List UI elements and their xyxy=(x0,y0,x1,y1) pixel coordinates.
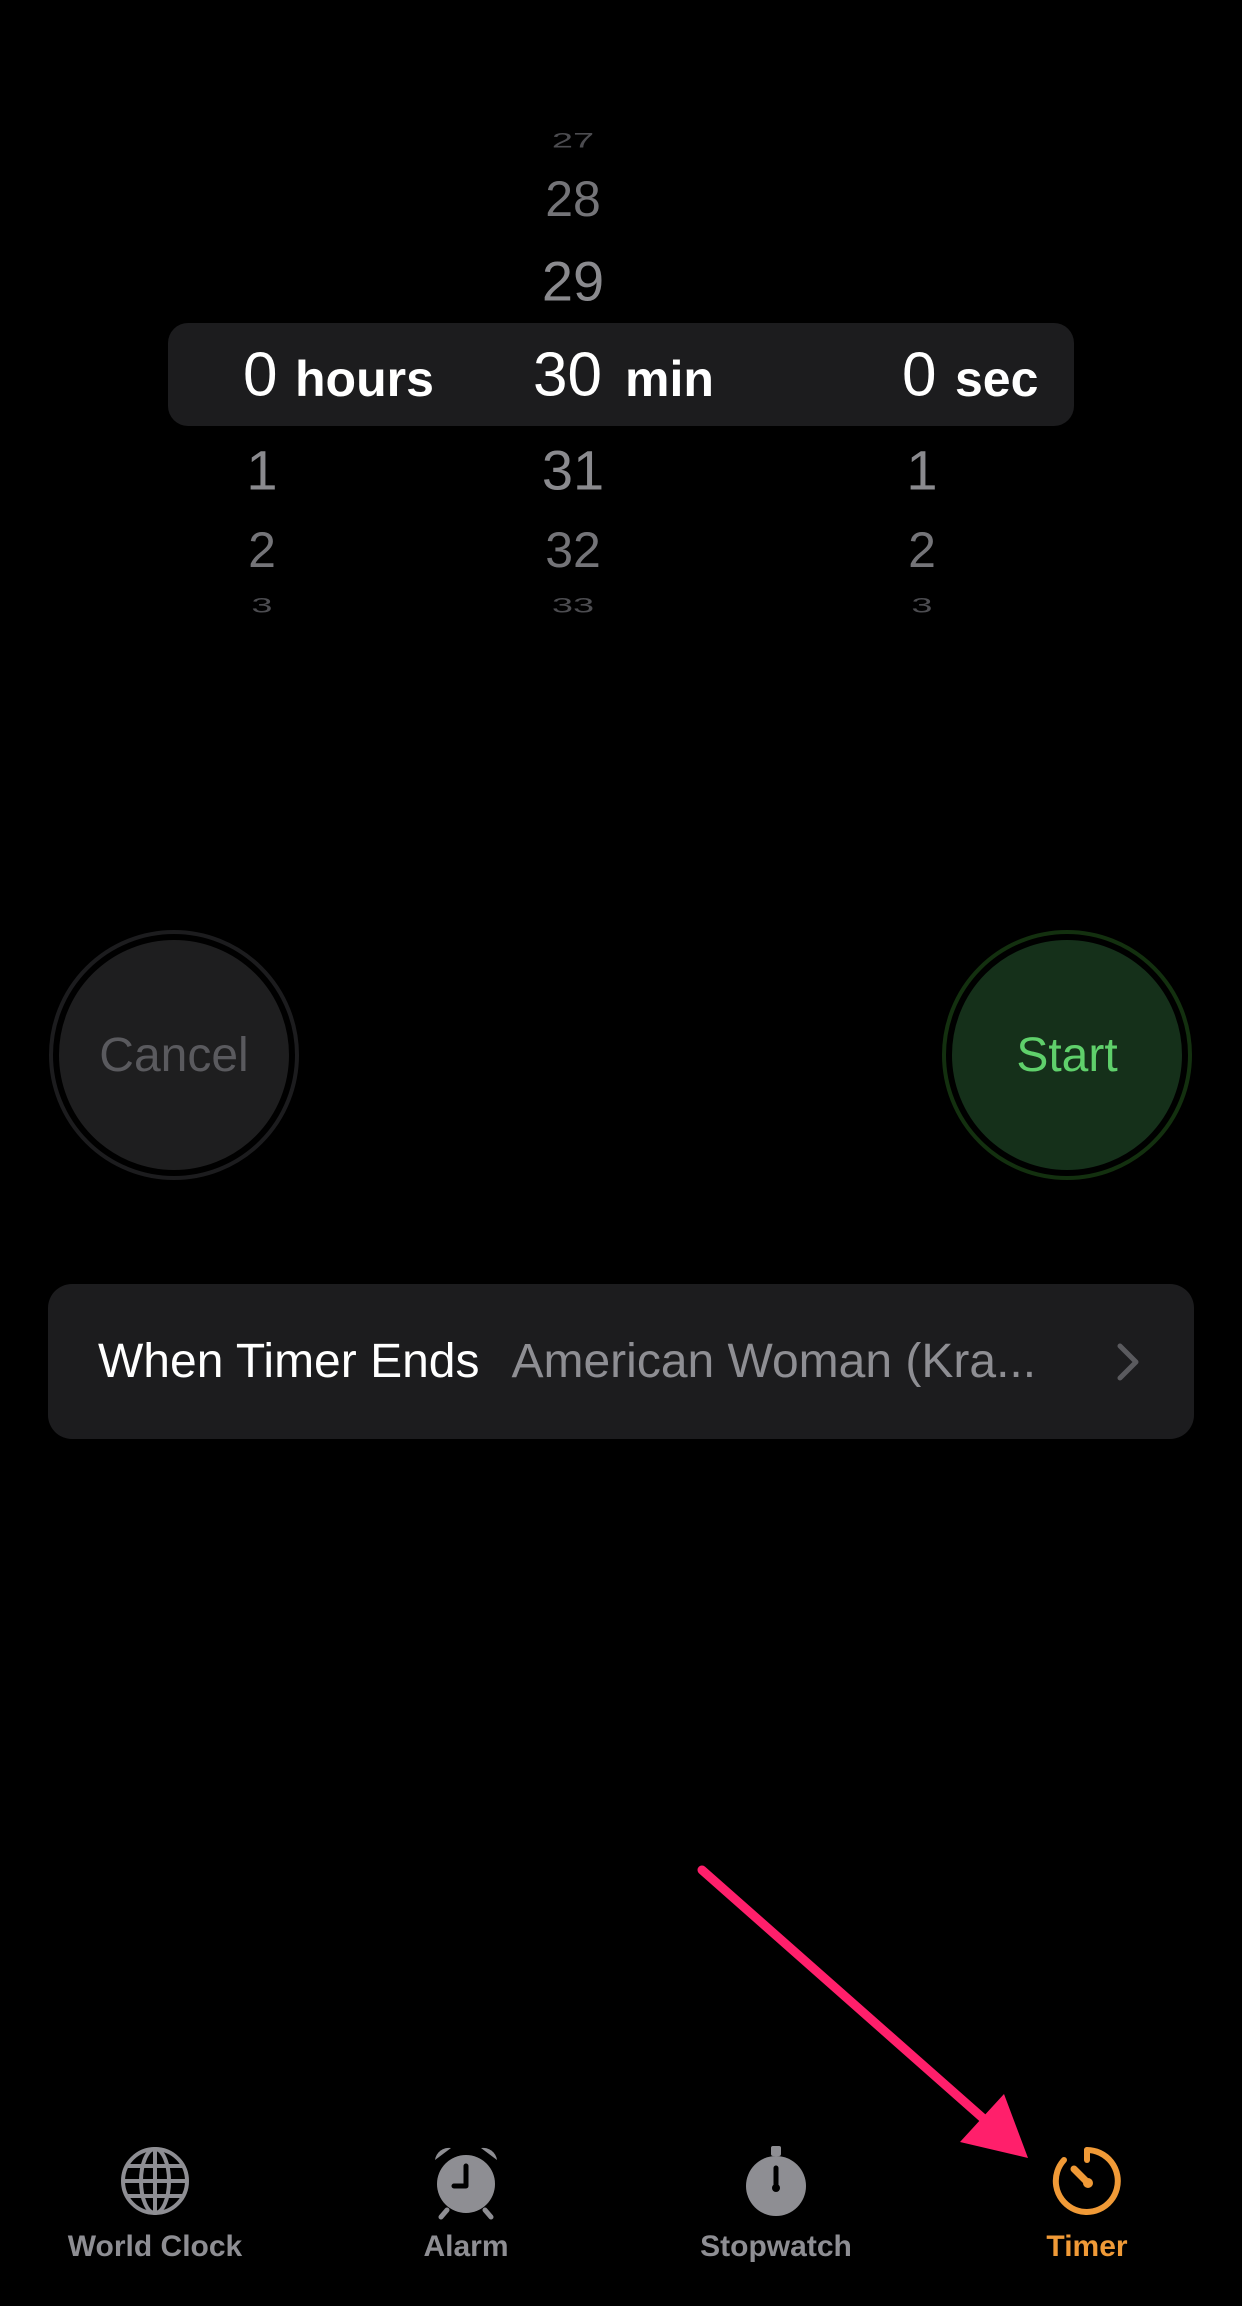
seconds-wheel[interactable]: 1 2 3 xyxy=(822,0,1022,660)
tab-timer[interactable]: Timer xyxy=(937,2120,1237,2306)
minutes-option[interactable]: 32 xyxy=(473,521,673,579)
minutes-selected-value[interactable]: 30 xyxy=(533,340,602,411)
seconds-option[interactable]: 1 xyxy=(822,438,1022,503)
hours-selected-value[interactable]: 0 xyxy=(243,340,277,411)
tab-timer-label: Timer xyxy=(1046,2230,1128,2263)
tab-alarm[interactable]: Alarm xyxy=(316,2120,616,2306)
start-button-label: Start xyxy=(948,936,1186,1174)
hours-unit-label: hours xyxy=(295,351,434,407)
tab-stopwatch-label: Stopwatch xyxy=(700,2230,852,2263)
seconds-option[interactable]: 2 xyxy=(822,521,1022,579)
minutes-unit-label: min xyxy=(625,351,714,407)
minutes-option[interactable]: 28 xyxy=(473,170,673,228)
cancel-button-label: Cancel xyxy=(55,936,293,1174)
when-timer-ends-row[interactable]: When Timer Ends American Woman (Kra... xyxy=(48,1284,1194,1439)
minutes-option[interactable]: 31 xyxy=(473,438,673,503)
hours-option[interactable]: 1 xyxy=(162,438,362,503)
tab-world-clock[interactable]: World Clock xyxy=(5,2120,305,2306)
minutes-option[interactable]: 33 xyxy=(473,594,673,618)
stopwatch-icon xyxy=(746,2146,806,2216)
hours-option[interactable]: 3 xyxy=(162,594,362,618)
cancel-button[interactable]: Cancel xyxy=(49,930,299,1180)
minutes-option[interactable]: 29 xyxy=(473,249,673,314)
alarm-clock-icon xyxy=(435,2147,497,2220)
tab-alarm-label: Alarm xyxy=(423,2230,509,2263)
timer-duration-picker[interactable]: 1 2 3 27 28 29 31 32 33 1 2 3 0 hours 30… xyxy=(0,0,1242,660)
minutes-wheel[interactable]: 27 28 29 31 32 33 xyxy=(473,0,673,660)
when-timer-ends-value: American Woman (Kra... xyxy=(511,1335,1037,1388)
tab-world-clock-label: World Clock xyxy=(67,2230,243,2263)
chevron-right-icon xyxy=(1117,1343,1139,1380)
hours-wheel[interactable]: 1 2 3 xyxy=(162,0,362,660)
seconds-selected-value[interactable]: 0 xyxy=(902,340,936,411)
tab-stopwatch[interactable]: Stopwatch xyxy=(626,2120,926,2306)
start-button[interactable]: Start xyxy=(942,930,1192,1180)
minutes-option[interactable]: 27 xyxy=(473,129,673,153)
seconds-option[interactable]: 3 xyxy=(822,594,1022,618)
tab-bar: World Clock Alarm Stopwatch Timer xyxy=(0,2120,1242,2306)
hours-option[interactable]: 2 xyxy=(162,521,362,579)
when-timer-ends-label: When Timer Ends xyxy=(98,1335,480,1388)
timer-icon xyxy=(1052,2147,1121,2215)
globe-icon xyxy=(121,2147,189,2215)
seconds-unit-label: sec xyxy=(955,351,1039,407)
